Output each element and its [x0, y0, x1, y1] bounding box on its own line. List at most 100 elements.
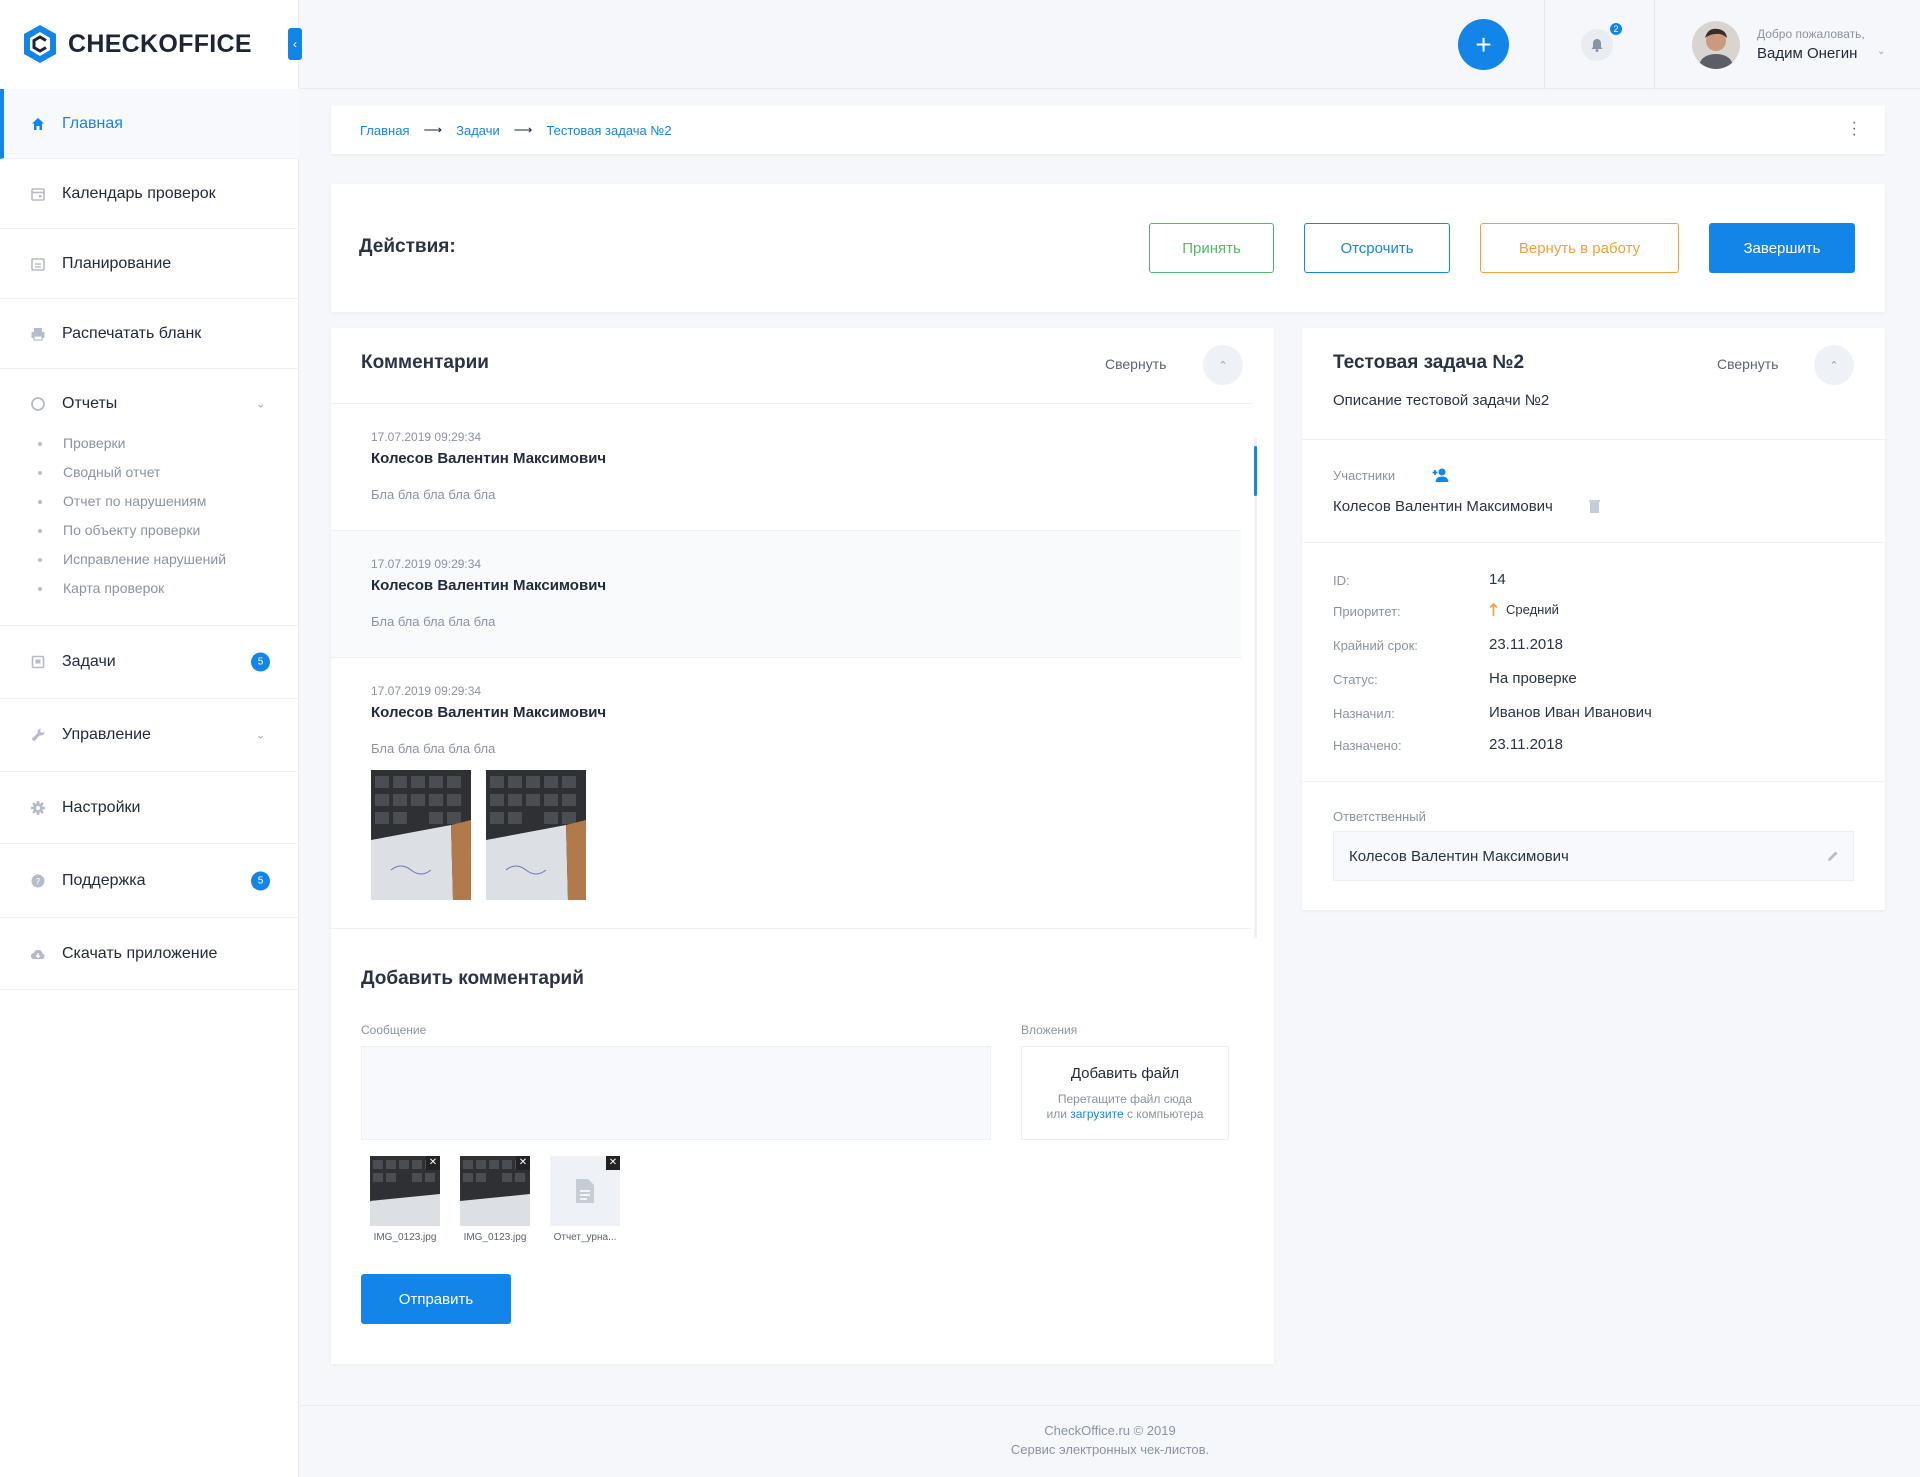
- sidebar-item-label: Настройки: [62, 798, 141, 816]
- breadcrumb-link-tasks[interactable]: Задачи: [456, 123, 500, 138]
- comments-panel: Комментарии Свернуть ⌃ 17.07.2019 09:29:…: [331, 328, 1274, 1364]
- trash-icon[interactable]: [1589, 499, 1600, 513]
- sidebar: CHECKOFFICE Главная Календарь проверок П…: [0, 0, 299, 1477]
- gear-icon: [31, 800, 45, 815]
- comments-scroll-thumb[interactable]: [1254, 446, 1257, 496]
- message-label: Сообщение: [361, 1023, 427, 1037]
- chevron-up-icon[interactable]: ⌃: [1814, 345, 1854, 385]
- upload-link[interactable]: загрузите: [1070, 1107, 1123, 1121]
- message-input[interactable]: [361, 1046, 991, 1140]
- breadcrumb-link-home[interactable]: Главная: [360, 123, 409, 138]
- sidebar-item-tasks[interactable]: Задачи 5: [0, 626, 299, 699]
- participants-label: Участники: [1333, 468, 1396, 483]
- comment-author: Колесов Валентин Максимович: [371, 704, 607, 721]
- submenu-item[interactable]: Проверки: [38, 429, 299, 458]
- sidebar-item-label: Задачи: [62, 653, 116, 670]
- dropzone-hint-line2: с компьютера: [1126, 1107, 1204, 1121]
- priority-text: Средний: [1506, 602, 1559, 617]
- sidebar-item-label: Распечатать бланк: [62, 324, 202, 342]
- user-name[interactable]: Вадим Онегин: [1757, 45, 1857, 62]
- attachment-thumbnail[interactable]: ✕: [550, 1156, 620, 1226]
- attachment-filename: IMG_0123.jpg: [463, 1232, 527, 1243]
- file-dropzone[interactable]: Добавить файл Перетащите файл сюда или з…: [1021, 1046, 1229, 1140]
- breadcrumb-current[interactable]: Тестовая задача №2: [546, 123, 671, 138]
- sidebar-item-print[interactable]: Распечатать бланк: [0, 299, 299, 369]
- comment-author: Колесов Валентин Максимович: [371, 577, 607, 594]
- attachment-photo[interactable]: [371, 770, 471, 900]
- postpone-button[interactable]: Отсрочить: [1304, 223, 1450, 273]
- help-icon: ?: [31, 874, 45, 887]
- printer-icon: [31, 327, 45, 341]
- logo[interactable]: CHECKOFFICE: [22, 24, 252, 64]
- sidebar-collapse-button[interactable]: ‹: [288, 28, 302, 60]
- sidebar-item-planning[interactable]: Планирование: [0, 229, 299, 299]
- notifications-button[interactable]: [1581, 29, 1613, 61]
- task-title: Тестовая задача №2: [1333, 352, 1525, 373]
- tasks-icon: [31, 655, 45, 669]
- add-file-label: Добавить файл: [1070, 1065, 1180, 1082]
- participant-name: Колесов Валентин Максимович: [1333, 498, 1553, 515]
- reports-submenu: Проверки Сводный отчет Отчет по нарушени…: [0, 429, 299, 603]
- sidebar-item-home[interactable]: Главная: [0, 89, 299, 159]
- return-to-work-button[interactable]: Вернуть в работу: [1480, 223, 1679, 273]
- add-participant-icon[interactable]: [1432, 467, 1450, 483]
- attachment-thumbnail[interactable]: ✕: [460, 1156, 530, 1226]
- footer-tagline: Сервис электронных чек-листов.: [1010, 1442, 1210, 1457]
- submenu-item[interactable]: Карта проверок: [38, 574, 299, 603]
- attachment-thumbnail[interactable]: ✕: [370, 1156, 440, 1226]
- status-value: На проверке: [1489, 670, 1577, 687]
- dropzone-hint-or: или: [1046, 1107, 1067, 1121]
- submenu-item[interactable]: Исправление нарушений: [38, 545, 299, 574]
- comments-collapse-link[interactable]: Свернуть: [1105, 356, 1166, 372]
- remove-attachment-icon[interactable]: ✕: [426, 1156, 440, 1170]
- comment-author: Колесов Валентин Максимович: [371, 450, 607, 467]
- assigned-label: Назначено:: [1333, 738, 1402, 753]
- document-icon: [576, 1179, 594, 1203]
- top-header: + 2 Добро пожаловать, Вадим Онегин ⌄: [300, 0, 1920, 89]
- sidebar-item-calendar[interactable]: Календарь проверок: [0, 159, 299, 229]
- notifications-count-badge: 2: [1608, 21, 1624, 37]
- accept-button[interactable]: Принять: [1149, 223, 1274, 273]
- submenu-item[interactable]: Отчет по нарушениям: [38, 487, 299, 516]
- sidebar-item-download-app[interactable]: Скачать приложение: [0, 918, 299, 990]
- chevron-down-icon: ⌄: [256, 398, 266, 411]
- responsible-field[interactable]: Колесов Валентин Максимович: [1333, 831, 1854, 881]
- priority-label: Приоритет:: [1333, 604, 1401, 619]
- submenu-item[interactable]: Сводный отчет: [38, 458, 299, 487]
- deadline-value: 23.11.2018: [1489, 636, 1563, 653]
- chevron-down-icon[interactable]: ⌄: [1877, 46, 1885, 57]
- remove-attachment-icon[interactable]: ✕: [516, 1156, 530, 1170]
- submenu-item[interactable]: По объекту проверки: [38, 516, 299, 545]
- responsible-value: Колесов Валентин Максимович: [1349, 847, 1569, 865]
- wrench-icon: [31, 728, 45, 742]
- avatar[interactable]: [1692, 21, 1740, 69]
- comment-item: 17.07.2019 09:29:34 Колесов Валентин Мак…: [331, 658, 1241, 928]
- attachment-filename: Отчет_урна...: [553, 1232, 617, 1243]
- attachments-label: Вложения: [1021, 1023, 1078, 1037]
- add-button[interactable]: +: [1458, 19, 1509, 70]
- comment-date: 17.07.2019 09:29:34: [371, 430, 482, 444]
- sidebar-item-label: Поддержка: [62, 871, 146, 889]
- remove-attachment-icon[interactable]: ✕: [606, 1156, 620, 1170]
- actions-panel: Действия: Принять Отсрочить Вернуть в ра…: [331, 184, 1885, 312]
- divider: [1302, 439, 1885, 440]
- pending-attachments: ✕ IMG_0123.jpg ✕ IMG_0123.jpg ✕ Отчет_ур…: [370, 1156, 620, 1243]
- comments-scrollbar[interactable]: [1254, 438, 1257, 938]
- sidebar-item-support[interactable]: ? Поддержка 5: [0, 844, 299, 918]
- sidebar-item-settings[interactable]: Настройки: [0, 772, 299, 844]
- header-divider: [1544, 0, 1545, 89]
- task-collapse-link[interactable]: Свернуть: [1717, 356, 1778, 372]
- more-options-icon[interactable]: · · ·: [1852, 115, 1857, 143]
- arrow-right-icon: ⟶: [513, 122, 533, 137]
- pencil-icon[interactable]: [1827, 850, 1839, 862]
- welcome-text: Добро пожаловать,: [1757, 27, 1865, 41]
- sidebar-item-label: Управление: [62, 726, 151, 743]
- planner-icon: [31, 257, 45, 271]
- send-button[interactable]: Отправить: [361, 1274, 511, 1324]
- assigner-value: Иванов Иван Иванович: [1489, 704, 1652, 721]
- attachment-photo[interactable]: [486, 770, 586, 900]
- finish-button[interactable]: Завершить: [1709, 223, 1855, 273]
- chart-icon: [31, 397, 45, 411]
- sidebar-item-management[interactable]: Управление ⌄: [0, 699, 299, 772]
- chevron-up-icon[interactable]: ⌃: [1203, 345, 1243, 385]
